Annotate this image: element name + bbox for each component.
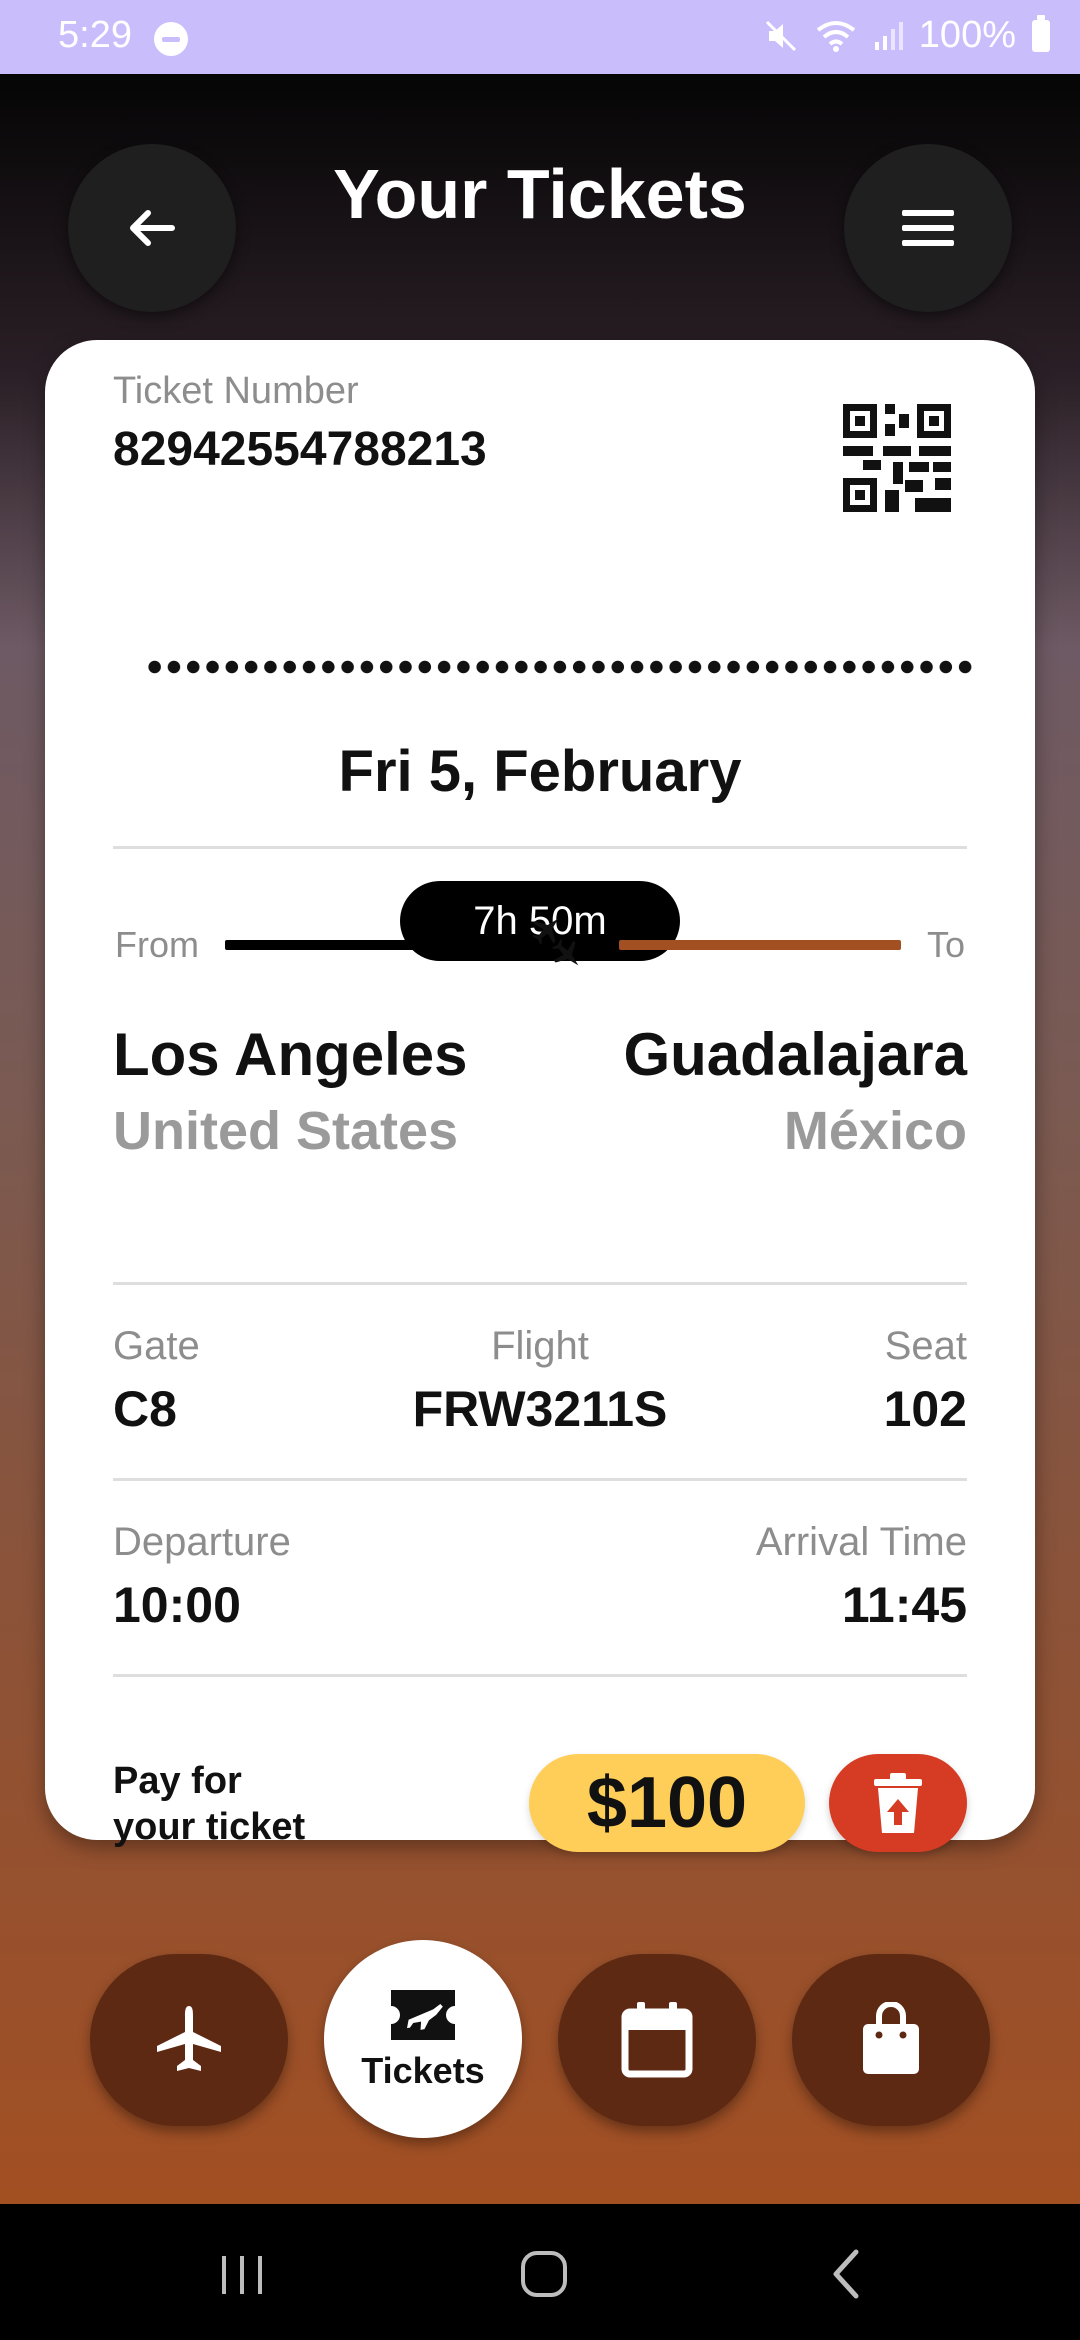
divider	[113, 1282, 967, 1285]
airplane-icon	[157, 2006, 221, 2071]
seat-number: 102	[883, 1381, 967, 1437]
wifi-icon	[816, 20, 856, 52]
nav-calendar-button[interactable]	[558, 1954, 756, 2126]
pay-prompt-line1: Pay for	[113, 1760, 242, 1802]
departure-label: Departure	[113, 1520, 291, 1564]
mute-icon	[765, 20, 796, 51]
nav-shop-button[interactable]	[792, 1954, 990, 2126]
route-line-arrival	[619, 940, 901, 950]
ticket-number: 82942554788213	[113, 423, 487, 476]
arrival-time: 11:45	[841, 1577, 967, 1633]
home-icon[interactable]	[518, 2248, 570, 2300]
system-navigation-bar	[0, 2204, 1080, 2340]
back-nav-icon[interactable]	[826, 2248, 866, 2300]
ticket-perforation	[145, 660, 975, 674]
pay-prompt-line2: your ticket	[113, 1806, 306, 1848]
arrival-label: Arrival Time	[755, 1520, 967, 1564]
ticket-card: Ticket Number 82942554788213 Fri 5, Febr…	[45, 340, 1035, 1852]
app-screen: Your Tickets Ticket Number 8294255478821…	[0, 74, 1080, 2204]
menu-button[interactable]	[844, 144, 1012, 312]
ticket-flight-icon	[391, 1990, 455, 2040]
page-title: Your Tickets	[333, 155, 747, 233]
battery-percent: 100%	[918, 14, 1016, 56]
divider	[113, 1674, 967, 1677]
back-button[interactable]	[68, 144, 236, 312]
to-label: To	[926, 924, 965, 965]
hamburger-menu-icon	[902, 210, 954, 246]
ticket-number-label: Ticket Number	[113, 370, 359, 412]
departure-time: 10:00	[113, 1577, 241, 1633]
trash-icon	[874, 1773, 922, 1833]
status-bar: 5:29 100%	[0, 0, 1080, 74]
calendar-icon	[621, 2002, 693, 2078]
delete-ticket-button[interactable]	[829, 1754, 967, 1852]
signal-icon	[874, 21, 903, 50]
pay-price-button[interactable]: $100	[529, 1754, 805, 1852]
shopping-bag-icon	[863, 2002, 919, 2074]
flight-date: Fri 5, February	[338, 739, 742, 804]
route-line-departure	[225, 940, 507, 950]
nav-tickets-label: Tickets	[361, 2050, 485, 2091]
seat-label: Seat	[884, 1324, 967, 1368]
origin-country: United States	[113, 1101, 459, 1161]
battery-icon	[1032, 14, 1050, 52]
divider	[113, 1478, 967, 1481]
destination-country: México	[783, 1101, 967, 1161]
arrow-left-icon	[130, 210, 175, 246]
divider	[113, 846, 967, 849]
destination-city: Guadalajara	[623, 1021, 967, 1088]
origin-city: Los Angeles	[113, 1021, 468, 1088]
status-time: 5:29	[58, 14, 132, 56]
connecting-flight-icon	[533, 918, 579, 966]
recent-apps-icon[interactable]	[218, 2252, 268, 2298]
from-label: From	[115, 924, 199, 965]
do-not-disturb-icon	[154, 22, 188, 56]
qr-code-icon[interactable]	[843, 404, 951, 512]
status-icons: 100%	[763, 14, 1050, 57]
nav-flights-button[interactable]	[90, 1954, 288, 2126]
nav-tickets-button[interactable]: Tickets	[324, 1940, 522, 2138]
